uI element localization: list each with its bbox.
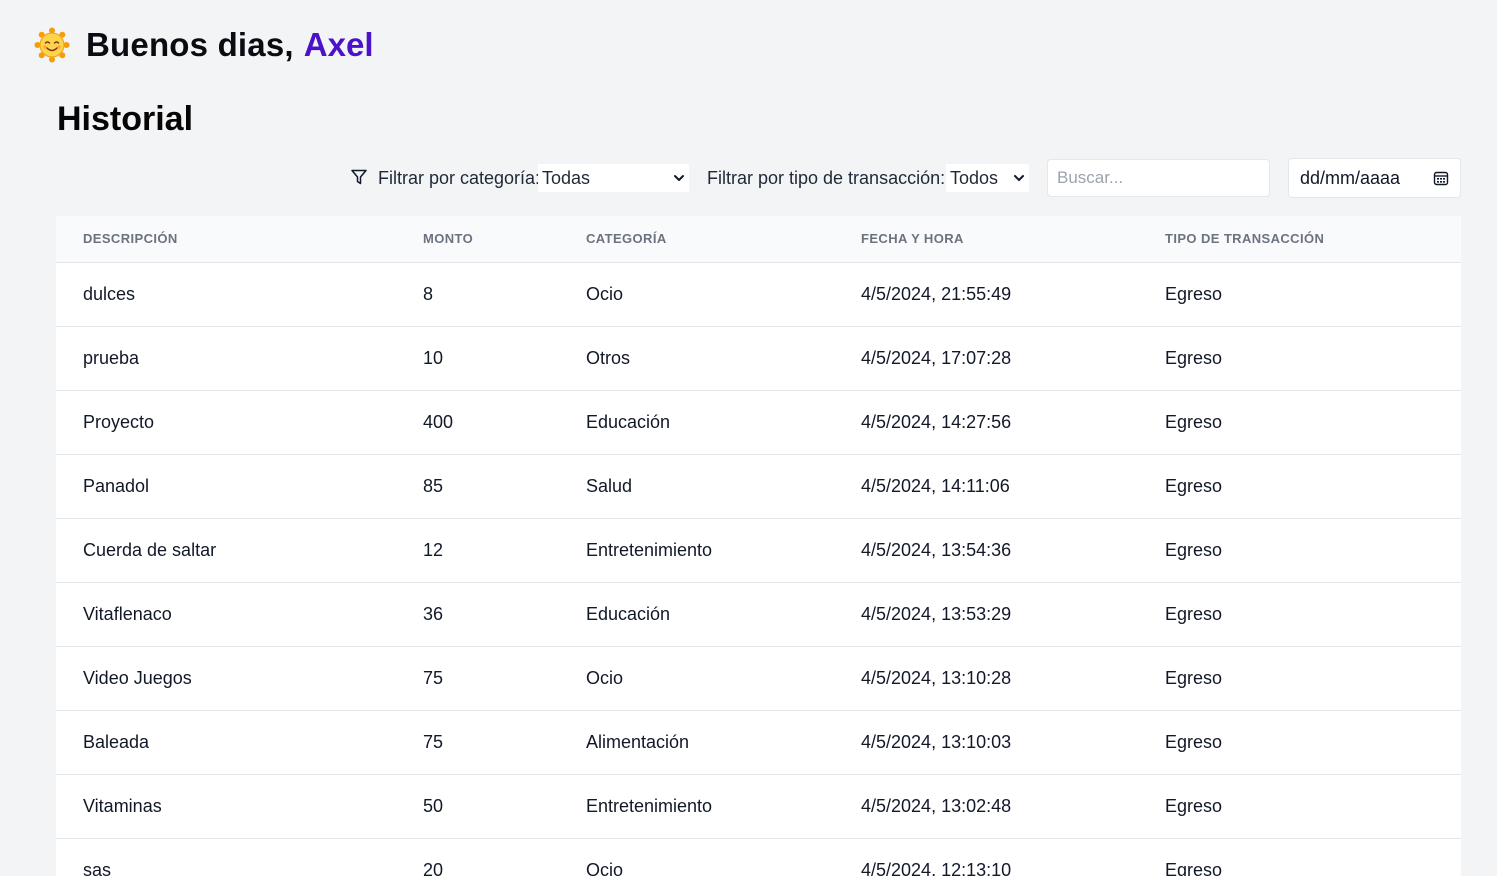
table-row: sas 20 Ocio 4/5/2024, 12:13:10 Egreso	[56, 838, 1461, 876]
cell-description: Vitaminas	[56, 774, 396, 839]
table-row: dulces 8 Ocio 4/5/2024, 21:55:49 Egreso	[56, 262, 1461, 327]
cell-description: Panadol	[56, 454, 396, 519]
cell-amount: 8	[396, 262, 559, 327]
cell-datetime: 4/5/2024, 12:13:10	[834, 838, 1138, 876]
cell-datetime: 4/5/2024, 13:53:29	[834, 582, 1138, 647]
cell-amount: 36	[396, 582, 559, 647]
calendar-icon[interactable]	[1433, 170, 1449, 186]
cell-datetime: 4/5/2024, 21:55:49	[834, 262, 1138, 327]
cell-amount: 10	[396, 326, 559, 391]
cell-transaction-type: Egreso	[1138, 518, 1461, 583]
cell-category: Ocio	[559, 838, 834, 876]
table-row: Baleada 75 Alimentación 4/5/2024, 13:10:…	[56, 710, 1461, 775]
cell-amount: 20	[396, 838, 559, 876]
search-input[interactable]	[1047, 159, 1270, 197]
cell-amount: 85	[396, 454, 559, 519]
cell-amount: 75	[396, 710, 559, 775]
cell-amount: 75	[396, 646, 559, 711]
cell-amount: 50	[396, 774, 559, 839]
column-header-amount: MONTO	[396, 216, 559, 263]
type-select-value: Todos	[950, 167, 999, 188]
cell-description: sas	[56, 838, 396, 876]
cell-amount: 12	[396, 518, 559, 583]
cell-datetime: 4/5/2024, 17:07:28	[834, 326, 1138, 391]
cell-datetime: 4/5/2024, 13:10:28	[834, 646, 1138, 711]
cell-description: prueba	[56, 326, 396, 391]
cell-category: Entretenimiento	[559, 774, 834, 839]
category-select-value: Todas	[542, 167, 591, 188]
cell-datetime: 4/5/2024, 14:27:56	[834, 390, 1138, 455]
date-input[interactable]: dd/mm/aaaa	[1288, 158, 1461, 198]
greeting-text: Buenos dias,	[86, 26, 294, 63]
table-row: Video Juegos 75 Ocio 4/5/2024, 13:10:28 …	[56, 646, 1461, 711]
cell-datetime: 4/5/2024, 13:10:03	[834, 710, 1138, 775]
history-table: DESCRIPCIÓN MONTO CATEGORÍA FECHA Y HORA…	[56, 216, 1461, 876]
cell-datetime: 4/5/2024, 13:54:36	[834, 518, 1138, 583]
smiling-sun-icon	[34, 27, 70, 63]
cell-category: Ocio	[559, 646, 834, 711]
cell-transaction-type: Egreso	[1138, 710, 1461, 775]
cell-transaction-type: Egreso	[1138, 390, 1461, 455]
cell-description: Cuerda de saltar	[56, 518, 396, 583]
category-filter-label: Filtrar por categoría:	[378, 168, 541, 188]
column-header-transaction-type: TIPO DE TRANSACCIÓN	[1138, 216, 1461, 263]
table-row: prueba 10 Otros 4/5/2024, 17:07:28 Egres…	[56, 326, 1461, 391]
table-header-row: DESCRIPCIÓN MONTO CATEGORÍA FECHA Y HORA…	[56, 216, 1461, 263]
column-header-description: DESCRIPCIÓN	[56, 216, 396, 263]
filter-bar: Filtrar por categoría: Todas Filtrar por…	[0, 158, 1461, 198]
cell-transaction-type: Egreso	[1138, 838, 1461, 876]
cell-transaction-type: Egreso	[1138, 262, 1461, 327]
cell-category: Entretenimiento	[559, 518, 834, 583]
cell-description: dulces	[56, 262, 396, 327]
cell-description: Video Juegos	[56, 646, 396, 711]
cell-datetime: 4/5/2024, 13:02:48	[834, 774, 1138, 839]
cell-description: Baleada	[56, 710, 396, 775]
user-name: Axel	[303, 26, 374, 63]
table-row: Vitaflenaco 36 Educación 4/5/2024, 13:53…	[56, 582, 1461, 647]
cell-transaction-type: Egreso	[1138, 646, 1461, 711]
category-select[interactable]: Todas	[538, 164, 689, 192]
cell-transaction-type: Egreso	[1138, 326, 1461, 391]
cell-description: Vitaflenaco	[56, 582, 396, 647]
cell-category: Otros	[559, 326, 834, 391]
cell-category: Alimentación	[559, 710, 834, 775]
table-row: Cuerda de saltar 12 Entretenimiento 4/5/…	[56, 518, 1461, 583]
type-filter-label: Filtrar por tipo de transacción:	[707, 168, 946, 188]
cell-transaction-type: Egreso	[1138, 454, 1461, 519]
chevron-down-icon	[674, 175, 684, 181]
column-header-category: CATEGORÍA	[559, 216, 834, 263]
column-header-datetime: FECHA Y HORA	[834, 216, 1138, 263]
filter-icon	[351, 169, 367, 185]
cell-description: Proyecto	[56, 390, 396, 455]
chevron-down-icon	[1014, 175, 1024, 181]
cell-transaction-type: Egreso	[1138, 774, 1461, 839]
page-title: Historial	[57, 100, 194, 138]
table-row: Proyecto 400 Educación 4/5/2024, 14:27:5…	[56, 390, 1461, 455]
table-row: Panadol 85 Salud 4/5/2024, 14:11:06 Egre…	[56, 454, 1461, 519]
cell-transaction-type: Egreso	[1138, 582, 1461, 647]
cell-category: Educación	[559, 582, 834, 647]
history-table-container: DESCRIPCIÓN MONTO CATEGORÍA FECHA Y HORA…	[56, 216, 1461, 876]
greeting-header: Buenos dias, Axel	[34, 24, 374, 66]
type-select[interactable]: Todos	[946, 164, 1029, 192]
cell-category: Educación	[559, 390, 834, 455]
cell-amount: 400	[396, 390, 559, 455]
cell-category: Salud	[559, 454, 834, 519]
cell-category: Ocio	[559, 262, 834, 327]
cell-datetime: 4/5/2024, 14:11:06	[834, 454, 1138, 519]
date-input-value: dd/mm/aaaa	[1300, 167, 1401, 188]
table-row: Vitaminas 50 Entretenimiento 4/5/2024, 1…	[56, 774, 1461, 839]
